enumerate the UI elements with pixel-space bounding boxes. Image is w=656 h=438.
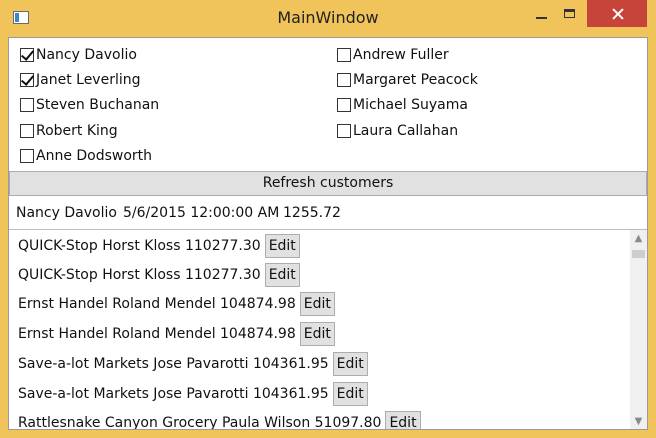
checkbox-box[interactable] [337, 98, 351, 112]
checkbox-box[interactable] [20, 98, 34, 112]
edit-button[interactable]: Edit [299, 322, 335, 346]
selected-order-summary: Nancy Davolio 5/6/2015 12:00:00 AM 1255.… [9, 197, 647, 229]
main-window: MainWindow Nancy Davolio Janet Leverling… [0, 0, 656, 438]
selected-order-date: 5/6/2015 12:00:00 AM [123, 205, 280, 221]
minimize-icon[interactable] [527, 0, 557, 30]
list-item: Save-a-lot Markets Jose Pavarotti 104361… [18, 352, 368, 376]
checkbox-anne-dodsworth[interactable]: Anne Dodsworth [20, 146, 152, 166]
chevron-down-icon[interactable]: ▼ [630, 413, 647, 429]
checkbox-robert-king[interactable]: Robert King [20, 121, 118, 141]
customer-text: Ernst Handel Roland Mendel 104874.98 [18, 296, 296, 312]
refresh-customers-button[interactable]: Refresh customers [9, 171, 647, 196]
edit-button[interactable]: Edit [264, 234, 300, 258]
close-icon[interactable] [587, 0, 647, 27]
checkbox-label: Andrew Fuller [353, 47, 449, 63]
customer-text: Ernst Handel Roland Mendel 104874.98 [18, 326, 296, 342]
edit-button[interactable]: Edit [264, 263, 300, 287]
client-area: Nancy Davolio Janet Leverling Steven Buc… [8, 37, 648, 430]
checkbox-michael-suyama[interactable]: Michael Suyama [337, 95, 468, 115]
checkbox-steven-buchanan[interactable]: Steven Buchanan [20, 95, 159, 115]
checkbox-box[interactable] [337, 73, 351, 87]
list-item: Save-a-lot Markets Jose Pavarotti 104361… [18, 382, 368, 406]
edit-button[interactable]: Edit [332, 382, 368, 406]
checkbox-label: Margaret Peacock [353, 72, 478, 88]
edit-button[interactable]: Edit [299, 292, 335, 316]
checkbox-label: Laura Callahan [353, 123, 459, 139]
customer-text: QUICK-Stop Horst Kloss 110277.30 [18, 238, 261, 254]
maximize-icon[interactable] [556, 0, 586, 30]
scrollbar-thumb[interactable] [632, 250, 645, 258]
chevron-up-icon[interactable]: ▲ [630, 230, 647, 247]
checkbox-box[interactable] [337, 124, 351, 138]
checkbox-label: Michael Suyama [353, 97, 468, 113]
checkbox-nancy-davolio[interactable]: Nancy Davolio [20, 45, 137, 65]
list-item: Ernst Handel Roland Mendel 104874.98 Edi… [18, 322, 335, 346]
checkbox-margaret-peacock[interactable]: Margaret Peacock [337, 70, 478, 90]
employee-checkbox-panel: Nancy Davolio Janet Leverling Steven Buc… [9, 38, 647, 169]
customer-list[interactable]: QUICK-Stop Horst Kloss 110277.30 Edit QU… [9, 229, 647, 430]
checkbox-box[interactable] [20, 48, 34, 62]
checkbox-box[interactable] [20, 124, 34, 138]
selected-order-amount: 1255.72 [283, 205, 341, 221]
edit-button[interactable]: Edit [332, 352, 368, 376]
customer-text: Rattlesnake Canyon Grocery Paula Wilson … [18, 415, 382, 430]
customer-text: Save-a-lot Markets Jose Pavarotti 104361… [18, 386, 329, 402]
list-item: QUICK-Stop Horst Kloss 110277.30 Edit [18, 234, 300, 258]
list-item: Rattlesnake Canyon Grocery Paula Wilson … [18, 411, 421, 430]
checkbox-label: Janet Leverling [36, 72, 141, 88]
edit-button[interactable]: Edit [385, 411, 421, 429]
checkbox-label: Steven Buchanan [36, 97, 160, 113]
checkbox-box[interactable] [337, 48, 351, 62]
vertical-scrollbar[interactable]: ▲ ▼ [630, 230, 647, 429]
list-item: Ernst Handel Roland Mendel 104874.98 Edi… [18, 292, 335, 316]
title-bar[interactable]: MainWindow [0, 0, 656, 37]
customer-text: Save-a-lot Markets Jose Pavarotti 104361… [18, 356, 329, 372]
checkbox-label: Anne Dodsworth [36, 148, 153, 164]
checkbox-label: Nancy Davolio [36, 47, 137, 63]
checkbox-andrew-fuller[interactable]: Andrew Fuller [337, 45, 449, 65]
list-item: QUICK-Stop Horst Kloss 110277.30 Edit [18, 263, 300, 287]
checkbox-box[interactable] [20, 149, 34, 163]
selected-employee-name: Nancy Davolio [16, 205, 117, 221]
checkbox-laura-callahan[interactable]: Laura Callahan [337, 121, 458, 141]
customer-text: QUICK-Stop Horst Kloss 110277.30 [18, 267, 261, 283]
checkbox-box[interactable] [20, 73, 34, 87]
checkbox-label: Robert King [36, 123, 118, 139]
checkbox-janet-leverling[interactable]: Janet Leverling [20, 70, 141, 90]
